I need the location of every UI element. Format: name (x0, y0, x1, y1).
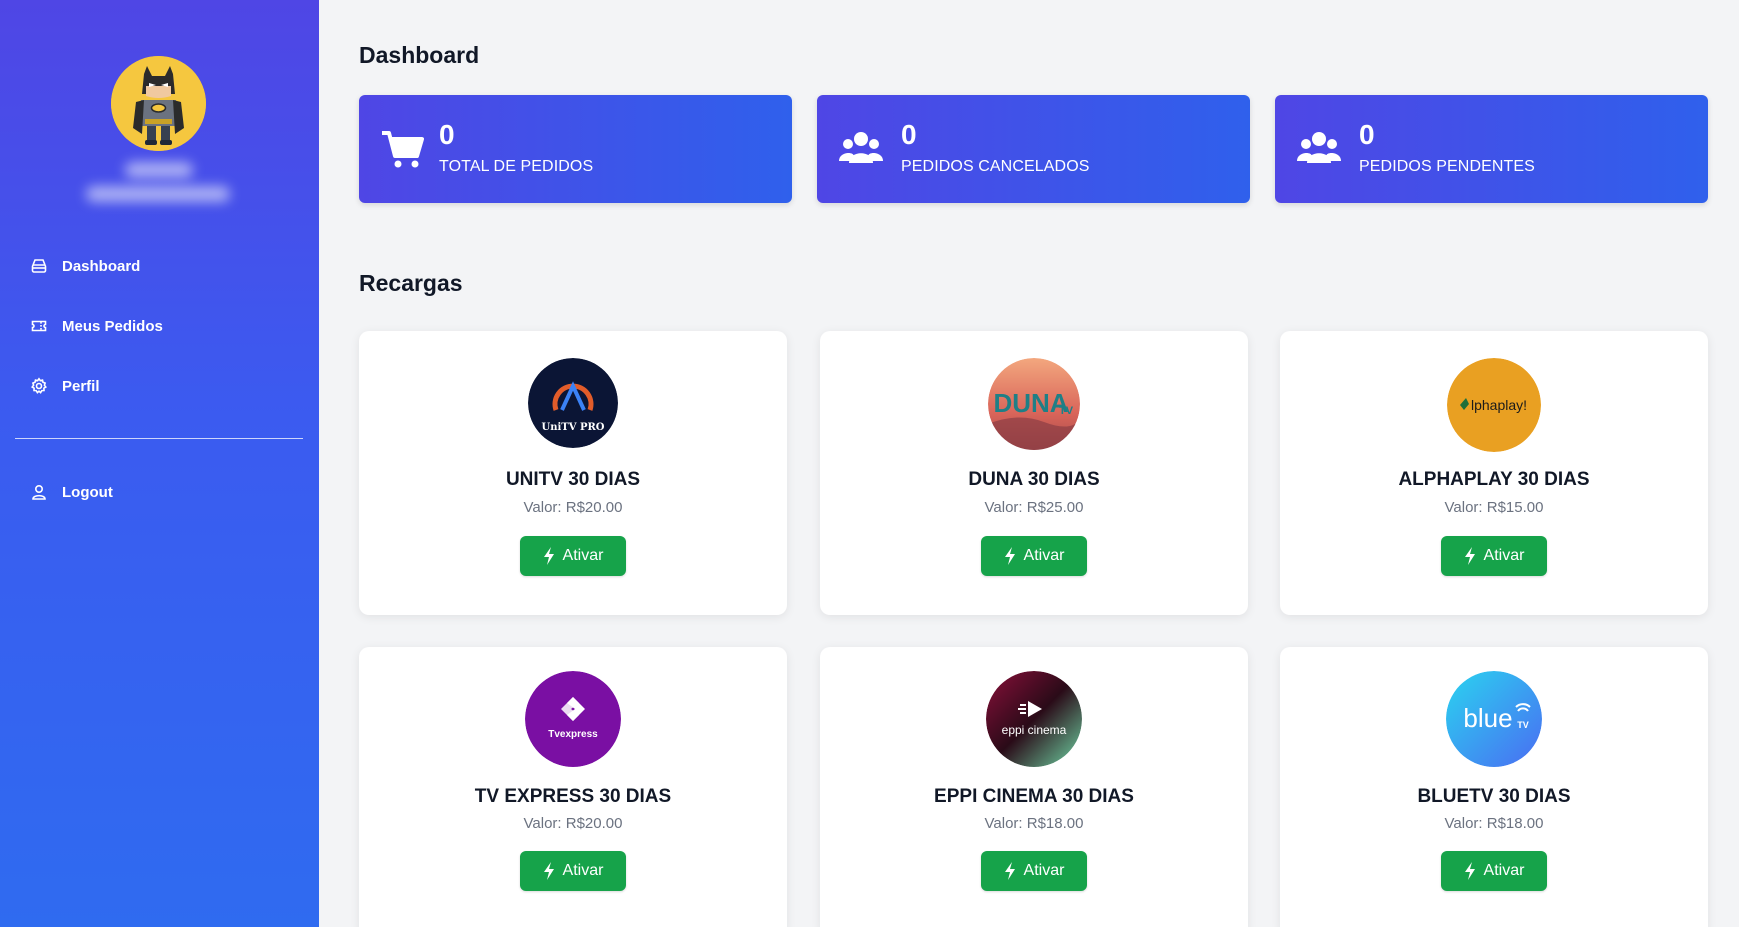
eppi-cinema-logo: eppi cinema (986, 671, 1082, 767)
product-title: EPPI CINEMA 30 DIAS (934, 786, 1134, 807)
inbox-icon (31, 259, 47, 273)
stat-label: PEDIDOS PENDENTES (1359, 158, 1535, 175)
user-icon (32, 484, 46, 500)
user-email-blurred (86, 186, 230, 202)
duna-logo: DUNA TV (988, 358, 1080, 450)
product-title: ALPHAPLAY 30 DIAS (1398, 469, 1590, 490)
duna-logo-text: DUNA (993, 388, 1068, 418)
tvexpress-logo-text: Tvexpress (548, 729, 598, 740)
batman-avatar-icon (111, 56, 206, 151)
alphaplay-logo-icon: lphaplay! (1447, 358, 1541, 452)
product-price: Valor: R$18.00 (984, 815, 1084, 832)
stat-card-pedidos-cancelados: 0 PEDIDOS CANCELADOS (817, 95, 1250, 203)
stat-value: 0 (901, 119, 917, 150)
page-title: Dashboard (359, 42, 480, 68)
bolt-icon (543, 547, 554, 565)
ativar-button[interactable]: Ativar (1441, 536, 1547, 576)
product-card-unitv: UniTV PRO UNITV 30 DIAS Valor: R$20.00 A… (359, 331, 787, 615)
bluetv-logo: blue TV (1446, 671, 1542, 767)
ativar-button[interactable]: Ativar (981, 851, 1087, 891)
product-price: Valor: R$15.00 (1444, 499, 1544, 516)
sidebar: Dashboard Meus Pedidos Perfil Logout (0, 0, 319, 927)
gear-icon (31, 377, 47, 394)
sidebar-item-label: Perfil (62, 377, 100, 395)
product-card-duna: DUNA TV DUNA 30 DIAS Valor: R$25.00 Ativ… (820, 331, 1248, 615)
ativar-button-label: Ativar (1483, 862, 1525, 879)
bolt-icon (543, 862, 554, 880)
ticket-icon (31, 320, 47, 332)
stat-card-pedidos-pendentes: 0 PEDIDOS PENDENTES (1275, 95, 1708, 203)
eppi-cinema-logo-icon: eppi cinema (986, 671, 1082, 767)
duna-logo-icon: DUNA TV (988, 358, 1080, 450)
ativar-button-label: Ativar (1023, 862, 1065, 879)
product-title: DUNA 30 DIAS (968, 469, 1100, 490)
bolt-icon (1004, 547, 1015, 565)
stat-value: 0 (439, 119, 455, 150)
ativar-button-label: Ativar (562, 547, 604, 564)
bluetv-logo-text: blue (1463, 703, 1512, 733)
stat-card-total-pedidos: 0 TOTAL DE PEDIDOS (359, 95, 792, 203)
ativar-button-label: Ativar (1483, 547, 1525, 564)
avatar[interactable] (111, 56, 206, 151)
product-price: Valor: R$20.00 (523, 815, 623, 832)
sidebar-item-dashboard[interactable]: Dashboard (30, 253, 140, 279)
sidebar-item-label: Meus Pedidos (62, 317, 163, 335)
section-title-recargas: Recargas (359, 270, 463, 296)
alphaplay-logo: lphaplay! (1447, 358, 1541, 452)
eppi-cinema-logo-text: eppi cinema (1002, 723, 1067, 737)
unitv-logo-text: UniTV PRO (541, 422, 604, 433)
alphaplay-logo-text: lphaplay! (1471, 397, 1527, 413)
product-price: Valor: R$18.00 (1444, 815, 1544, 832)
stat-label: TOTAL DE PEDIDOS (439, 158, 594, 175)
users-icon (1297, 132, 1341, 163)
tvexpress-logo: Tvexpress (525, 671, 621, 767)
product-price: Valor: R$20.00 (523, 499, 623, 516)
ativar-button[interactable]: Ativar (981, 536, 1087, 576)
stat-label: PEDIDOS CANCELADOS (901, 158, 1090, 175)
sidebar-item-logout[interactable]: Logout (30, 479, 113, 505)
ativar-button-label: Ativar (1023, 547, 1065, 564)
ativar-button-label: Ativar (562, 862, 604, 879)
sidebar-item-label: Dashboard (62, 257, 141, 275)
bolt-icon (1464, 547, 1475, 565)
cart-icon (382, 131, 424, 168)
product-price: Valor: R$25.00 (984, 499, 1084, 516)
bluetv-logo-tv-text: TV (1517, 720, 1529, 730)
ativar-button[interactable]: Ativar (520, 536, 626, 576)
unitv-logo-icon: UniTV PRO (528, 358, 618, 448)
bolt-icon (1464, 862, 1475, 880)
ativar-button[interactable]: Ativar (1441, 851, 1547, 891)
sidebar-divider (15, 438, 303, 439)
sidebar-item-label: Logout (62, 483, 113, 501)
product-card-alphaplay: lphaplay! ALPHAPLAY 30 DIAS Valor: R$15.… (1280, 331, 1708, 615)
duna-logo-tv-text: TV (1059, 405, 1074, 417)
user-name-blurred (125, 162, 193, 178)
unitv-logo: UniTV PRO (528, 358, 618, 448)
product-card-bluetv: blue TV BLUETV 30 DIAS Valor: R$18.00 At… (1280, 647, 1708, 927)
bluetv-logo-icon: blue TV (1446, 671, 1542, 767)
users-icon (839, 132, 883, 163)
ativar-button[interactable]: Ativar (520, 851, 626, 891)
sidebar-item-meus-pedidos[interactable]: Meus Pedidos (30, 313, 163, 339)
product-card-eppi-cinema: eppi cinema EPPI CINEMA 30 DIAS Valor: R… (820, 647, 1248, 927)
bolt-icon (1004, 862, 1015, 880)
product-title: TV EXPRESS 30 DIAS (474, 786, 672, 807)
product-card-tvexpress: Tvexpress TV EXPRESS 30 DIAS Valor: R$20… (359, 647, 787, 927)
sidebar-item-perfil[interactable]: Perfil (30, 373, 100, 399)
tvexpress-logo-icon: Tvexpress (525, 671, 621, 767)
product-title: UNITV 30 DIAS (505, 469, 641, 490)
product-title: BLUETV 30 DIAS (1417, 786, 1571, 807)
stat-value: 0 (1359, 119, 1375, 150)
